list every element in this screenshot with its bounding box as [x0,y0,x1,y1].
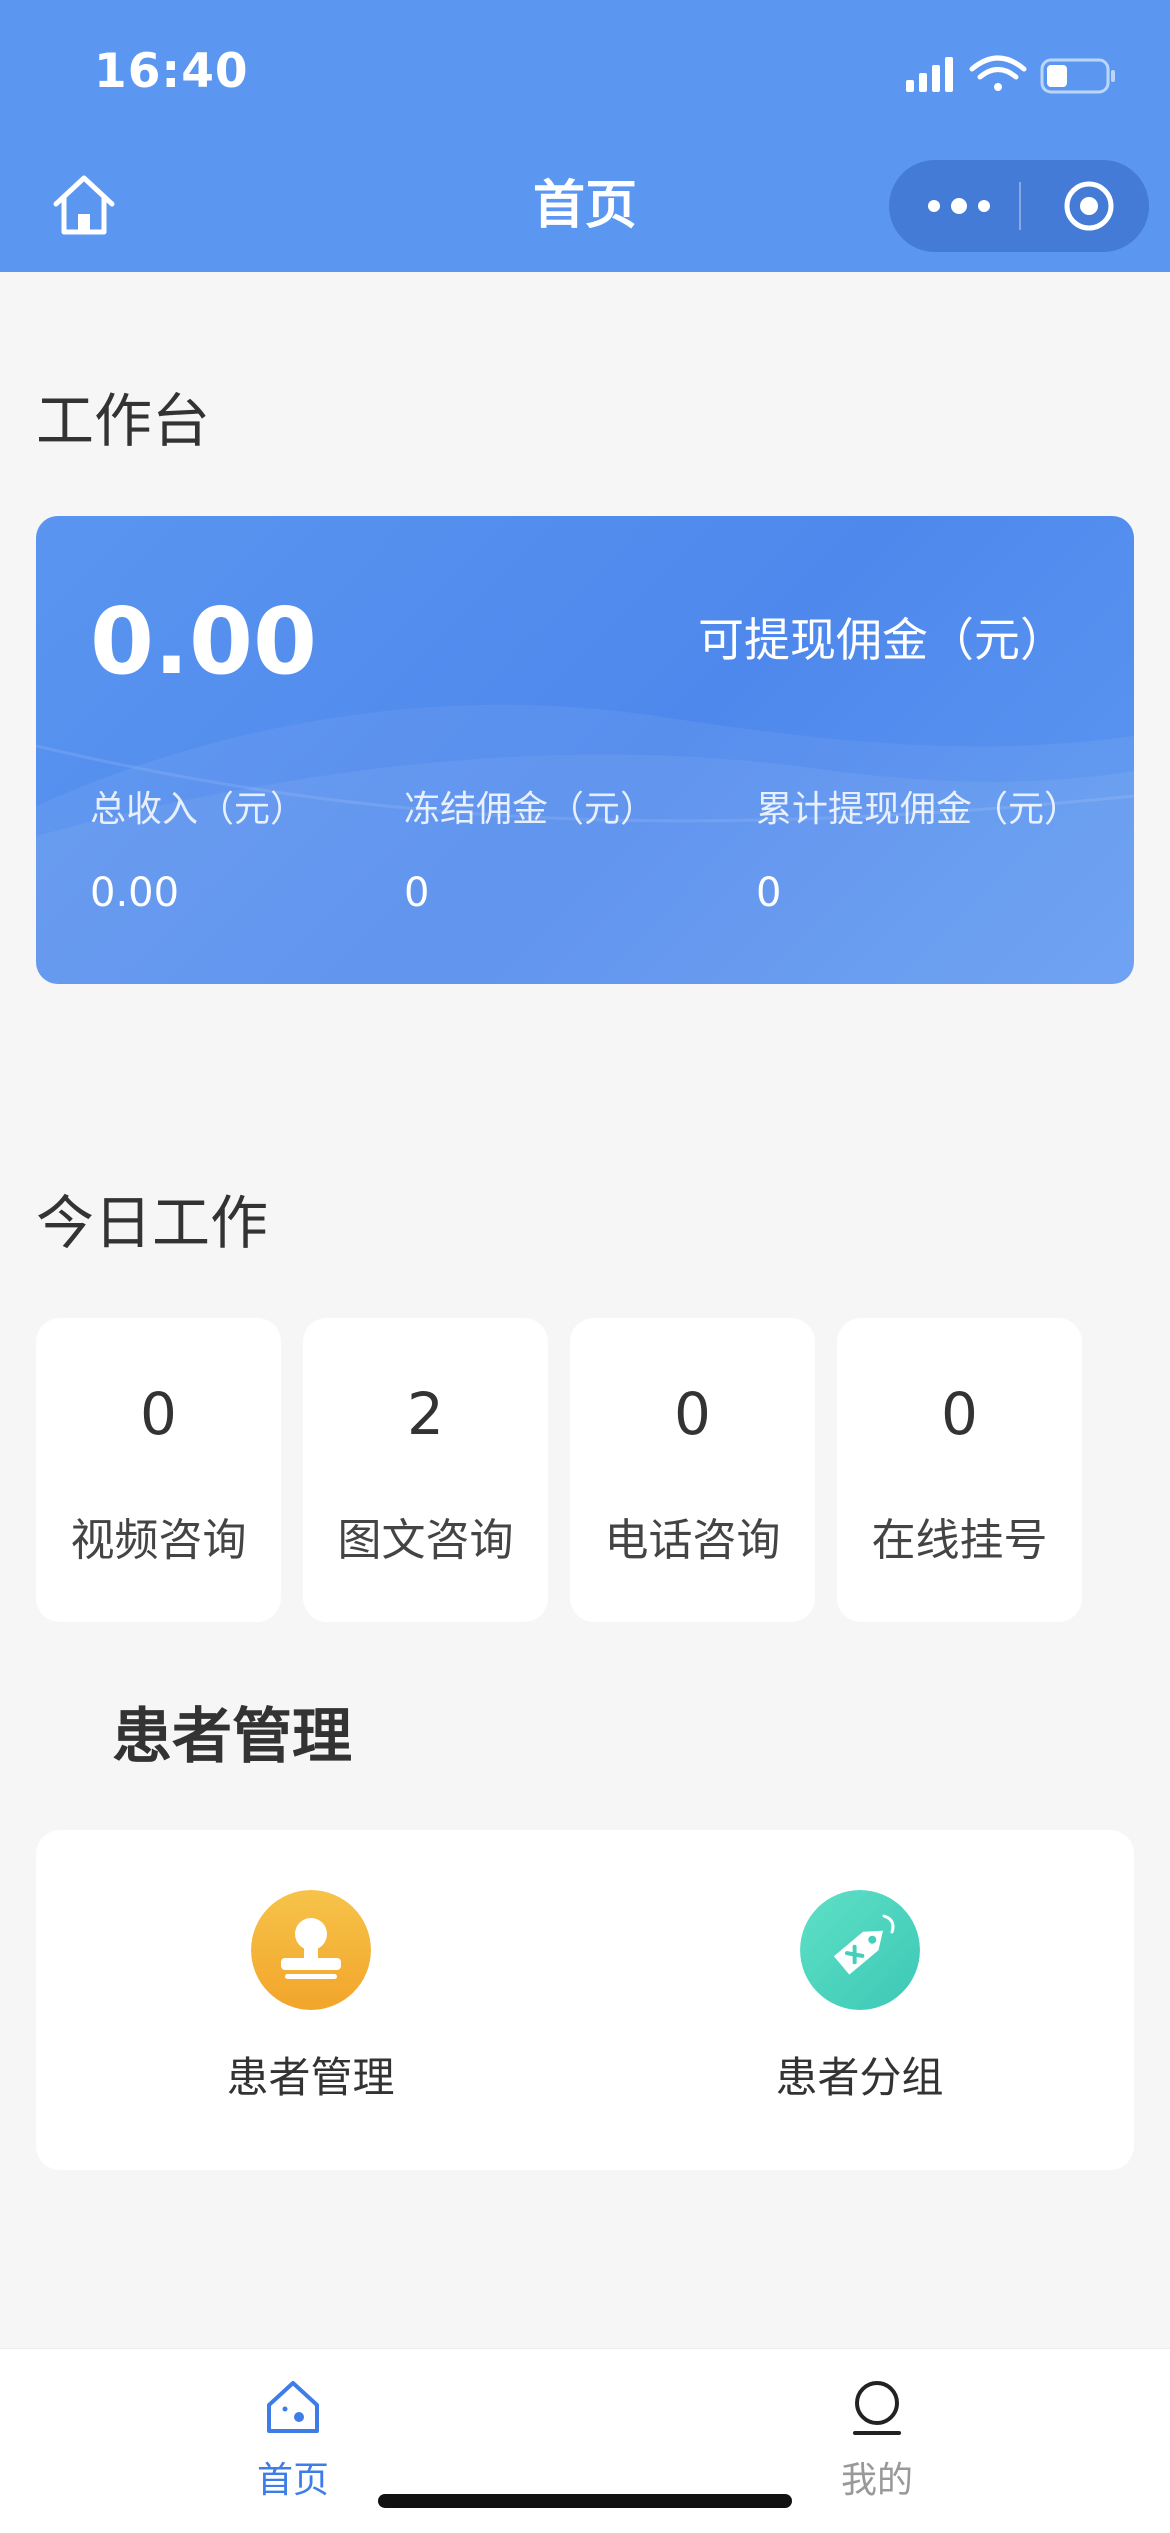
commission-card[interactable]: 0.00 可提现佣金（元） 总收入（元） 0.00 冻结佣金（元） 0 累计提现… [36,516,1134,984]
total-income-label: 总收入（元） [90,789,307,830]
tile-label: 在线挂号 [871,1515,1048,1566]
frozen-commission-value: 0 [404,870,430,916]
patient-management-label: 患者管理 [226,2053,395,2102]
today-work-title: 今日工作 [36,1189,269,1257]
text-consult-tile[interactable]: 2 图文咨询 [303,1318,548,1622]
workbench-title: 工作台 [36,387,211,455]
stamp-icon [251,1890,371,2010]
tile-count: 0 [140,1380,177,1448]
available-amount-label[interactable]: 可提现佣金（元） [698,604,1066,670]
status-icons [906,55,1115,94]
patient-group-label: 患者分组 [775,2053,944,2102]
phone-consult-tile[interactable]: 0 电话咨询 [570,1318,815,1622]
capsule-divider [1019,182,1021,230]
withdrawn-commission-label: 累计提现佣金（元） [756,789,1081,830]
tile-label: 图文咨询 [337,1515,514,1566]
patient-group-entry[interactable]: 患者分组 [585,1830,1134,2170]
wifi-icon [969,55,1027,91]
tile-label: 电话咨询 [604,1515,781,1566]
top-bar: 16:40 首页 [0,0,1170,272]
status-time: 16:40 [94,44,249,99]
video-consult-tile[interactable]: 0 视频咨询 [36,1318,281,1622]
frozen-commission-label: 冻结佣金（元） [404,789,657,830]
tile-label: 视频咨询 [70,1515,247,1566]
tag-icon [800,1890,920,2010]
tile-count: 0 [674,1380,711,1448]
tile-count: 2 [407,1380,444,1448]
user-icon [853,2381,901,2435]
card-wave-decoration [36,704,1134,984]
patient-management-entry[interactable]: 患者管理 [36,1830,585,2170]
available-amount: 0.00 [90,588,317,695]
patient-management-card: 患者管理 患者分组 [36,1830,1134,2170]
patient-management-title: 患者管理 [112,1702,352,1772]
battery-icon [1040,58,1115,94]
mini-program-capsule [889,160,1149,252]
withdrawn-commission-value: 0 [756,870,782,916]
home-indicator [378,2494,792,2508]
tile-count: 0 [941,1380,978,1448]
signal-icon [906,57,953,92]
more-icon[interactable] [924,186,994,226]
close-mini-program-icon[interactable] [1063,180,1115,232]
online-registration-tile[interactable]: 0 在线挂号 [837,1318,1082,1622]
total-income-value: 0.00 [90,870,180,916]
home-icon [267,2381,319,2433]
